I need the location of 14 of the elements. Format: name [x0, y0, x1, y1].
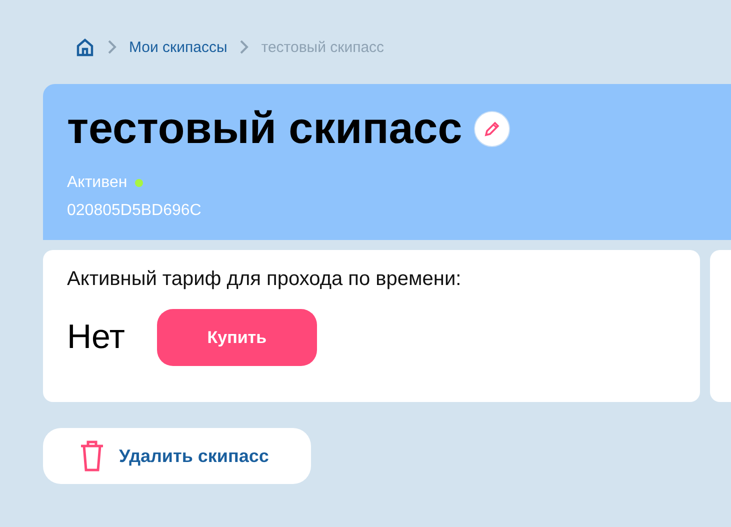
edit-button[interactable] — [474, 111, 510, 147]
page-title: тестовый скипасс — [67, 104, 462, 154]
chevron-right-icon — [239, 39, 250, 55]
tariff-value: Нет — [67, 318, 125, 357]
trash-icon — [79, 440, 105, 472]
chevron-right-icon — [107, 39, 117, 55]
tariff-title: Активный тариф для прохода по времени: — [67, 268, 462, 291]
delete-button[interactable]: Удалить скипасс — [43, 428, 311, 484]
buy-button[interactable]: Купить — [156, 309, 317, 366]
skipass-code: 020805D5BD696C — [67, 202, 202, 220]
status-label: Активен — [67, 174, 128, 192]
pencil-icon — [483, 120, 502, 138]
home-icon[interactable] — [75, 37, 95, 57]
breadcrumb-link[interactable]: Мои скипассы — [129, 38, 228, 56]
